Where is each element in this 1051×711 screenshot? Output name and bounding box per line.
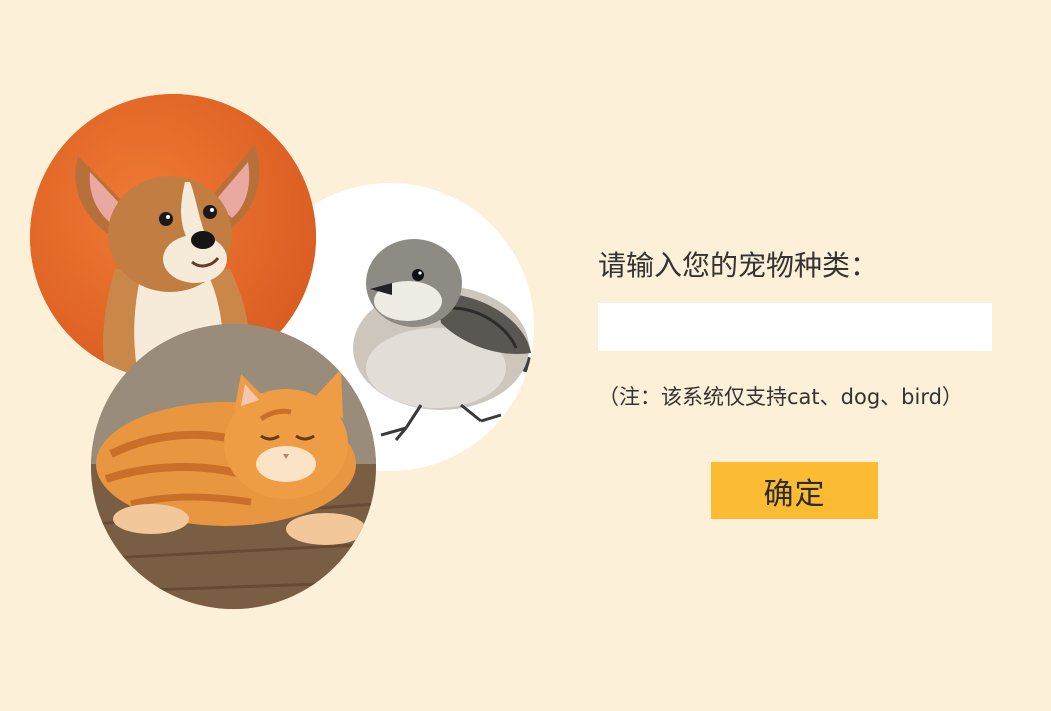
cat-photo: [91, 324, 376, 609]
prompt-label: 请输入您的宠物种类：: [598, 249, 879, 282]
supported-types-note: （注：该系统仅支持cat、dog、bird）: [598, 385, 963, 409]
pet-type-input[interactable]: [598, 303, 992, 351]
confirm-button[interactable]: 确定: [711, 462, 878, 519]
